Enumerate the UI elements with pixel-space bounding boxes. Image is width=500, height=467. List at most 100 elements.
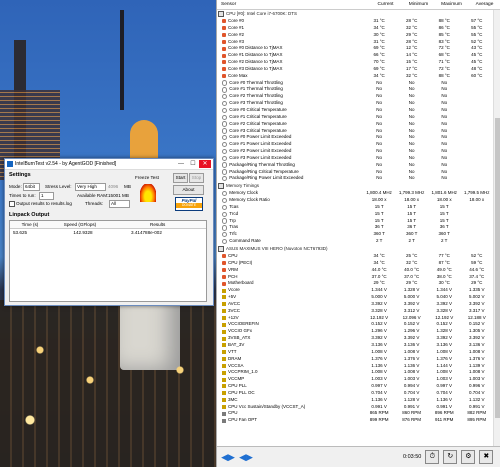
scrollbar-thumb[interactable] — [495, 118, 500, 418]
col-minimum[interactable]: Minimum — [402, 0, 435, 9]
sensor-name: Core #3 Thermal Throttling — [229, 100, 283, 106]
sensor-row[interactable]: Package/Ring Thermal Throttling No No No — [217, 162, 493, 169]
sensor-row[interactable]: Tcas 15 T 15 T 15 T — [217, 204, 493, 211]
sensor-row[interactable]: Vcore 1.344 V 1.328 V 1.344 V 1.335 V — [217, 287, 493, 294]
available-ram-value: 15001 MB — [108, 193, 129, 198]
sensor-row[interactable]: Core #1 Thermal Throttling No No No — [217, 86, 493, 93]
settings-icon[interactable]: ⚙ — [461, 450, 476, 464]
sensor-row[interactable]: AVCC 3.392 V 3.392 V 3.392 V 3.392 V — [217, 301, 493, 308]
sensor-row[interactable]: Memory Clock Ratio 18.00 x 18.00 x 18.00 x 1… — [217, 197, 493, 204]
sensor-row[interactable]: Core #0 Thermal Throttling No No No — [217, 80, 493, 87]
sensor-row[interactable]: Core #3 Critical Temperature No No No — [217, 128, 493, 135]
sensor-row[interactable]: BAT_3V 3.136 V 3.136 V 3.136 V 3.136 V — [217, 342, 493, 349]
sensor-row[interactable]: Memory Clock 1,800.4 MHz 1,799.3 MHz 1,801.… — [217, 190, 493, 197]
sensor-row[interactable]: Core #1 Critical Temperature No No No — [217, 114, 493, 121]
sensor-row[interactable]: Core #3 Power Limit Exceeded No No No — [217, 155, 493, 162]
sensor-row[interactable]: 3MC 1.136 V 1.128 V 1.136 V 1.132 V — [217, 397, 493, 404]
sensor-row[interactable]: 3VCC 3.328 V 3.312 V 3.328 V 3.317 V — [217, 308, 493, 315]
sensor-row[interactable]: Core #2 Thermal Throttling No No No — [217, 93, 493, 100]
sensor-row[interactable]: Core #0 Distance to TjMAX 69 °C 12 °C 72 °C… — [217, 45, 493, 52]
collapse-icon[interactable] — [218, 246, 224, 252]
col-average[interactable]: Average — [468, 0, 500, 9]
minimize-button[interactable]: — — [175, 160, 187, 168]
reset-icon[interactable]: ↻ — [443, 450, 458, 464]
sensor-row[interactable]: VCCMP 1.003 V 1.003 V 1.003 V 1.003 V — [217, 376, 493, 383]
current-value: No — [376, 175, 383, 181]
sensor-group-mb[interactable]: ASUS MAXIMUS VIII HERO (Nuvoton NCT6793D… — [217, 245, 493, 253]
col-maximum[interactable]: Maximum — [435, 0, 468, 9]
mode-select[interactable]: 64bit — [23, 183, 40, 191]
average-value: 0.152 V — [468, 321, 485, 327]
sensor-row[interactable]: Trp 15 T 15 T 15 T — [217, 218, 493, 225]
stop-button[interactable]: Stop — [189, 173, 204, 183]
sensor-row[interactable]: Core #2 30 °C 29 °C 85 °C 55 °C — [217, 32, 493, 39]
sensor-row[interactable]: Core #1 Power Limit Exceeded No No No — [217, 141, 493, 148]
sensor-row[interactable]: Command Rate 2 T 2 T 2 T — [217, 238, 493, 245]
stress-level-select[interactable]: Very High — [75, 183, 106, 191]
start-button[interactable]: Start — [173, 173, 188, 183]
sensor-row[interactable]: Package/Ring Power Limit Exceeded No No No — [217, 175, 493, 182]
sensor-row[interactable]: Trcd 15 T 15 T 15 T — [217, 211, 493, 218]
sensor-row[interactable]: VCCIOEREFIN 0.152 V 0.152 V 0.152 V 0.152 V — [217, 321, 493, 328]
sensor-row[interactable]: Core #1 Distance to TjMAX 66 °C 14 °C 68 °C… — [217, 52, 493, 59]
sensor-row[interactable]: Core #2 Power Limit Exceeded No No No — [217, 148, 493, 155]
sensor-row[interactable]: CPU PLL 0.997 V 0.994 V 0.997 V 0.996 V — [217, 383, 493, 390]
collapse-icon[interactable] — [218, 11, 224, 17]
sensor-group-cpu[interactable]: CPU [#0]: Intel Core i7-6700K: DTS — [217, 10, 493, 18]
sensor-row[interactable]: 3VSB_ATX 3.392 V 3.392 V 3.392 V 3.392 V — [217, 335, 493, 342]
close-icon[interactable]: ✖ — [479, 450, 494, 464]
sensor-row[interactable]: CPU Vcc Sustain/Standby (VCCST_A) 0.991 V… — [217, 404, 493, 411]
sensor-row[interactable]: Core #0 31 °C 28 °C 88 °C 57 °C — [217, 18, 493, 25]
sensor-row[interactable]: CPU 34 °C 25 °C 77 °C 52 °C — [217, 253, 493, 260]
sensor-group-mem[interactable]: Memory Timings — [217, 182, 493, 190]
clock-icon[interactable]: ⏱ — [425, 450, 440, 464]
status-icon — [222, 204, 228, 210]
col-sensor[interactable]: Sensor — [217, 0, 369, 9]
sensor-row[interactable]: CPU (PECI) 34 °C 32 °C 87 °C 59 °C — [217, 260, 493, 267]
times-to-run-input[interactable]: 1 — [39, 192, 54, 200]
nav-left-arrows-button[interactable]: ◀▶ — [221, 451, 235, 463]
sensor-row[interactable]: VTT 1.008 V 1.008 V 1.008 V 1.008 V — [217, 349, 493, 356]
title-bar[interactable]: IntelBurnTest v2.54 - by AgentGOD [Finis… — [5, 159, 213, 170]
vertical-scrollbar[interactable] — [493, 10, 500, 447]
sensor-row[interactable]: Core #1 34 °C 32 °C 86 °C 55 °C — [217, 25, 493, 32]
sensor-name-cell: CPU PLL — [217, 383, 363, 390]
sensor-column-header: Sensor Current Minimum Maximum Average — [217, 0, 500, 10]
sensor-name-cell: DRAM — [217, 356, 363, 363]
col-current[interactable]: Current — [369, 0, 402, 9]
sensor-row[interactable]: Trfc 360 T 360 T 360 T — [217, 231, 493, 238]
sensor-row[interactable]: CPU 865 RPM 860 RPM 896 RPM 882 RPM — [217, 410, 493, 417]
sensor-row[interactable]: VCCSA 1.136 V 1.136 V 1.144 V 1.139 V — [217, 363, 493, 370]
nav-right-arrows-button[interactable]: ◀▶ — [239, 451, 253, 463]
sensor-row[interactable]: Motherboard 29 °C 29 °C 30 °C 29 °C — [217, 280, 493, 287]
sensor-row[interactable]: Package/Ring Critical Temperature No No No — [217, 169, 493, 176]
sensor-row[interactable]: CPU Fan OPT 899 RPM 876 RPM 911 RPM 895 RPM — [217, 417, 493, 424]
sensor-row[interactable]: Core #0 Critical Temperature No No No — [217, 107, 493, 114]
minimum-value: 3.312 V — [403, 307, 420, 313]
sensor-row[interactable]: Tras 36 T 36 T 36 T — [217, 224, 493, 231]
sensor-row[interactable]: PCH 37.0 °C 37.0 °C 38.0 °C 37.4 °C — [217, 274, 493, 281]
close-button[interactable]: ✕ — [199, 160, 211, 168]
sensor-row[interactable]: Core Max 34 °C 32 °C 88 °C 60 °C — [217, 73, 493, 80]
sensor-row[interactable]: Core #0 Power Limit Exceeded No No No — [217, 134, 493, 141]
threads-select[interactable]: All — [109, 200, 130, 208]
sensor-row[interactable]: DRAM 1.376 V 1.376 V 1.376 V 1.376 V — [217, 356, 493, 363]
about-button[interactable]: About — [173, 185, 204, 195]
sensor-row[interactable]: Core #2 Critical Temperature No No No — [217, 121, 493, 128]
sensor-row[interactable]: Core #2 Distance to TjMAX 70 °C 15 °C 71 °C… — [217, 59, 493, 66]
sensor-row[interactable]: CPU PLL OC 0.704 V 0.704 V 0.704 V 0.704 V — [217, 390, 493, 397]
paypal-donate-button[interactable]: PayPal DONATE — [175, 197, 203, 211]
output-results-checkbox[interactable] — [9, 201, 15, 207]
temperature-icon — [222, 261, 226, 266]
maximize-button[interactable]: ☐ — [187, 160, 199, 168]
sensor-row[interactable]: VCCIO GFx 1.296 V 1.296 V 1.328 V 1.305 V — [217, 328, 493, 335]
sensor-row[interactable]: +12V 12.192 V 12.096 V 12.192 V 12.188 V — [217, 315, 493, 322]
sensor-row[interactable]: Core #3 31 °C 28 °C 83 °C 52 °C — [217, 39, 493, 46]
sensor-row[interactable]: VCCPRIM_1.0 1.008 V 1.008 V 1.008 V 1.008 V — [217, 369, 493, 376]
sensor-row[interactable]: VRM 44.0 °C 40.0 °C 49.0 °C 44.6 °C — [217, 267, 493, 274]
sensor-row[interactable]: Core #3 Distance to TjMAX 69 °C 17 °C 72 °C… — [217, 66, 493, 73]
collapse-icon[interactable] — [218, 183, 224, 190]
sensor-row[interactable]: Core #3 Thermal Throttling No No No — [217, 100, 493, 107]
sensor-row[interactable]: +5V 5.000 V 5.000 V 5.040 V 5.002 V — [217, 294, 493, 301]
voltage-icon — [222, 322, 226, 327]
